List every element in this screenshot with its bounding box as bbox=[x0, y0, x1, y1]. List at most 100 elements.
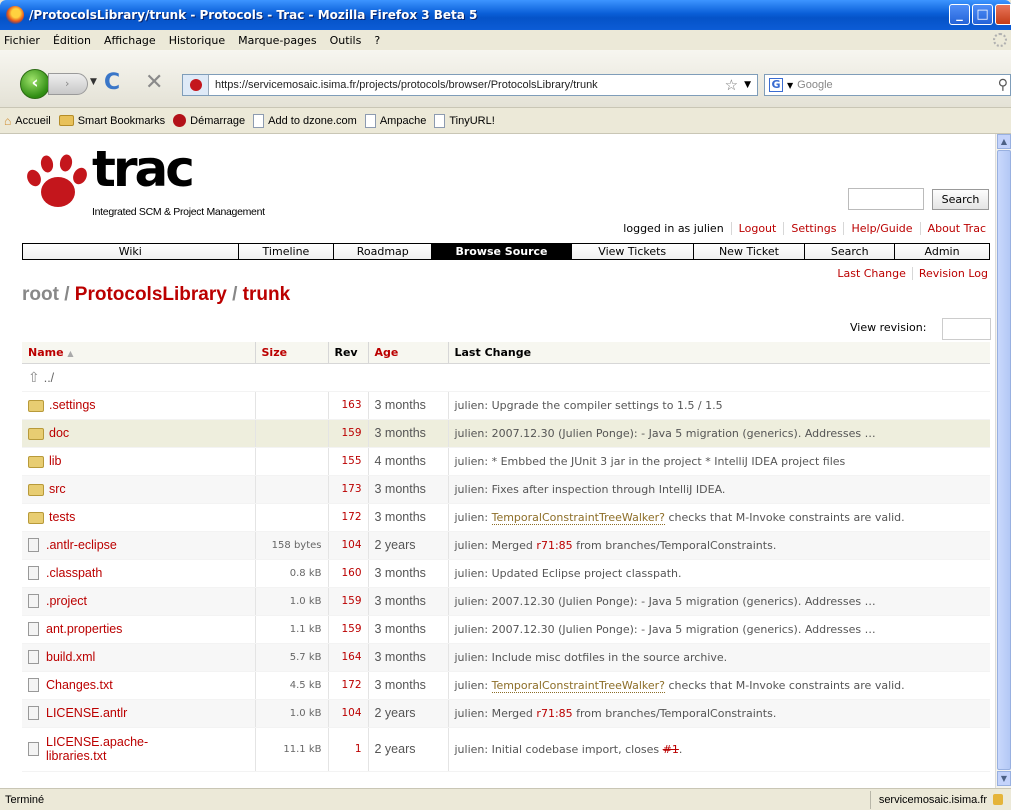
menu-help[interactable]: ? bbox=[374, 34, 380, 47]
table-row[interactable]: LICENSE.apache-libraries.txt 11.1 kB 1 2 ye… bbox=[22, 727, 990, 772]
entry-rev[interactable]: 172 bbox=[328, 503, 369, 532]
bookmark-demarrage[interactable]: Démarrage bbox=[173, 114, 245, 127]
lock-icon[interactable] bbox=[993, 794, 1003, 806]
ticket-link[interactable]: #1 bbox=[663, 743, 679, 756]
entry-age[interactable]: 4 months bbox=[368, 447, 449, 476]
col-age[interactable]: Age bbox=[368, 342, 449, 364]
bookmark-ampache[interactable]: Ampache bbox=[364, 113, 426, 128]
url-bar[interactable]: https://servicemosaic.isima.fr/projects/… bbox=[182, 74, 758, 96]
nav-roadmap[interactable]: Roadmap bbox=[333, 244, 432, 259]
entry-rev[interactable]: 173 bbox=[328, 475, 369, 504]
entry-name[interactable]: src bbox=[22, 475, 256, 504]
trac-search-input[interactable] bbox=[848, 188, 924, 210]
maximize-button[interactable]: □ bbox=[972, 4, 993, 25]
table-row[interactable]: .settings 163 3 months julien: Upgrade the … bbox=[22, 391, 990, 420]
menu-fichier[interactable]: Fichier bbox=[4, 34, 40, 47]
scroll-up-icon[interactable]: ▲ bbox=[997, 134, 1011, 149]
bookmark-smart-bookmarks[interactable]: Smart Bookmarks bbox=[58, 115, 165, 127]
parent-dir-row[interactable]: ⇧ ../ bbox=[22, 363, 990, 392]
table-row[interactable]: Changes.txt 4.5 kB 172 3 months julien: Temp… bbox=[22, 671, 990, 700]
menu-affichage[interactable]: Affichage bbox=[104, 34, 156, 47]
nav-view-tickets[interactable]: View Tickets bbox=[570, 244, 693, 259]
col-name[interactable]: Name ▲ bbox=[22, 342, 256, 364]
logout-link[interactable]: Logout bbox=[730, 222, 784, 235]
entry-age[interactable]: 3 months bbox=[368, 503, 449, 532]
search-box[interactable]: G ▼ Google ⚲ bbox=[764, 74, 1011, 96]
entry-rev[interactable]: 155 bbox=[328, 447, 369, 476]
about-trac-link[interactable]: About Trac bbox=[919, 222, 986, 235]
view-revision-input[interactable] bbox=[942, 318, 991, 340]
entry-name[interactable]: LICENSE.antlr bbox=[22, 699, 256, 728]
url-dropdown-icon[interactable]: ▼ bbox=[744, 80, 751, 90]
wiki-link[interactable]: TemporalConstraintTreeWalker? bbox=[491, 510, 665, 525]
entry-age[interactable]: 3 months bbox=[368, 615, 449, 644]
entry-rev[interactable]: 159 bbox=[328, 419, 369, 448]
revision-log-link[interactable]: Revision Log bbox=[911, 267, 988, 280]
entry-age[interactable]: 3 months bbox=[368, 475, 449, 504]
entry-name[interactable]: Changes.txt bbox=[22, 671, 256, 700]
close-button[interactable] bbox=[995, 4, 1011, 25]
entry-rev[interactable]: 159 bbox=[328, 615, 369, 644]
menu-marque-pages[interactable]: Marque-pages bbox=[238, 34, 316, 47]
nav-search[interactable]: Search bbox=[804, 244, 895, 259]
menu-edition[interactable]: Édition bbox=[53, 34, 91, 47]
url-text[interactable]: https://servicemosaic.isima.fr/projects/… bbox=[209, 79, 725, 91]
settings-link[interactable]: Settings bbox=[783, 222, 843, 235]
entry-name[interactable]: .classpath bbox=[22, 559, 256, 588]
search-engine-dropdown-icon[interactable]: ▼ bbox=[787, 81, 793, 90]
changeset-link[interactable]: r71:85 bbox=[536, 539, 572, 552]
nav-new-ticket[interactable]: New Ticket bbox=[692, 244, 805, 259]
stop-icon[interactable]: ✕ bbox=[145, 70, 163, 95]
entry-name[interactable]: .antlr-eclipse bbox=[22, 531, 256, 560]
table-row[interactable]: build.xml 5.7 kB 164 3 months julien: Includ… bbox=[22, 643, 990, 672]
entry-age[interactable]: 3 months bbox=[368, 671, 449, 700]
entry-age[interactable]: 3 months bbox=[368, 559, 449, 588]
nav-wiki[interactable]: Wiki bbox=[23, 244, 238, 259]
entry-rev[interactable]: 164 bbox=[328, 643, 369, 672]
magnifier-icon[interactable]: ⚲ bbox=[998, 77, 1008, 93]
col-size[interactable]: Size bbox=[255, 342, 329, 364]
entry-rev[interactable]: 1 bbox=[328, 727, 369, 772]
entry-name[interactable]: tests bbox=[22, 503, 256, 532]
entry-age[interactable]: 2 years bbox=[368, 727, 449, 772]
scroll-thumb[interactable] bbox=[997, 150, 1011, 770]
bookmark-tinyurl[interactable]: TinyURL! bbox=[434, 113, 495, 128]
bookmark-star-icon[interactable]: ☆ bbox=[725, 76, 738, 94]
table-row[interactable]: doc 159 3 months julien: 2007.12.30 (Julien… bbox=[22, 419, 990, 448]
help-guide-link[interactable]: Help/Guide bbox=[843, 222, 919, 235]
last-change-link[interactable]: Last Change bbox=[831, 267, 912, 280]
entry-name[interactable]: .project bbox=[22, 587, 256, 616]
entry-rev[interactable]: 160 bbox=[328, 559, 369, 588]
entry-age[interactable]: 3 months bbox=[368, 419, 449, 448]
table-row[interactable]: ant.properties 1.1 kB 159 3 months julien: 2… bbox=[22, 615, 990, 644]
bookmark-accueil[interactable]: ⌂ Accueil bbox=[4, 114, 51, 128]
entry-name[interactable]: LICENSE.apache-libraries.txt bbox=[22, 727, 256, 772]
menu-outils[interactable]: Outils bbox=[330, 34, 362, 47]
scroll-down-icon[interactable]: ▼ bbox=[997, 771, 1011, 786]
trac-search-button[interactable]: Search bbox=[932, 189, 989, 210]
entry-name[interactable]: .settings bbox=[22, 391, 256, 420]
entry-rev[interactable]: 104 bbox=[328, 699, 369, 728]
entry-rev[interactable]: 159 bbox=[328, 587, 369, 616]
minimize-button[interactable]: _ bbox=[949, 4, 970, 25]
wiki-link[interactable]: TemporalConstraintTreeWalker? bbox=[491, 678, 665, 693]
entry-age[interactable]: 3 months bbox=[368, 643, 449, 672]
table-row[interactable]: LICENSE.antlr 1.0 kB 104 2 years julien: Mer… bbox=[22, 699, 990, 728]
bookmark-dzone[interactable]: Add to dzone.com bbox=[253, 113, 357, 128]
reload-icon[interactable]: C bbox=[104, 70, 120, 95]
back-button[interactable]: ‹ bbox=[20, 69, 50, 99]
menu-historique[interactable]: Historique bbox=[169, 34, 225, 47]
site-identity-icon[interactable] bbox=[183, 75, 209, 95]
nav-timeline[interactable]: Timeline bbox=[237, 244, 334, 259]
table-row[interactable]: src 173 3 months julien: Fixes after inspec… bbox=[22, 475, 990, 504]
nav-admin[interactable]: Admin bbox=[894, 244, 989, 259]
entry-age[interactable]: 2 years bbox=[368, 531, 449, 560]
entry-name[interactable]: build.xml bbox=[22, 643, 256, 672]
entry-age[interactable]: 3 months bbox=[368, 587, 449, 616]
history-dropdown-icon[interactable]: ▼ bbox=[90, 77, 97, 87]
changeset-link[interactable]: r71:85 bbox=[536, 707, 572, 720]
entry-rev[interactable]: 172 bbox=[328, 671, 369, 700]
search-placeholder[interactable]: Google bbox=[797, 79, 832, 91]
vertical-scrollbar[interactable]: ▲ ▼ bbox=[995, 134, 1011, 788]
table-row[interactable]: tests 172 3 months julien: TemporalConstrai… bbox=[22, 503, 990, 532]
